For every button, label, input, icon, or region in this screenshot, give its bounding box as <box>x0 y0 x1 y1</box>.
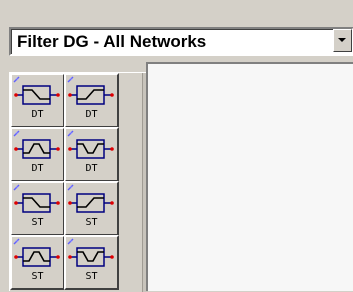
palette-item-label: ST <box>85 217 98 228</box>
bandstop-filter-icon <box>68 139 114 159</box>
highpass-filter-icon <box>68 85 114 105</box>
palette-item-label: DT <box>85 163 98 174</box>
palette-item-label: ST <box>31 271 44 282</box>
palette-item-label: ST <box>85 271 98 282</box>
palette-item[interactable]: DT <box>10 127 65 182</box>
palette-item[interactable]: DT <box>64 127 119 182</box>
schematic-canvas[interactable] <box>146 62 353 291</box>
palette-item-label: DT <box>85 109 98 120</box>
dropdown-arrow-button[interactable] <box>333 29 352 52</box>
filter-dropdown-value: Filter DG - All Networks <box>17 32 207 51</box>
chevron-down-icon <box>338 38 346 42</box>
palette-item[interactable]: DT <box>64 73 119 128</box>
palette-item[interactable]: ST <box>64 181 119 236</box>
palette-item-label: ST <box>31 217 44 228</box>
highpass-filter-icon <box>68 193 114 213</box>
palette-item[interactable]: ST <box>64 235 119 290</box>
filter-dropdown[interactable]: Filter DG - All Networks <box>9 27 353 56</box>
bandpass-filter-icon <box>14 247 60 267</box>
palette-item[interactable]: ST <box>10 235 65 290</box>
bandpass-filter-icon <box>14 139 60 159</box>
palette-item[interactable]: DT <box>10 73 65 128</box>
palette-item-label: DT <box>31 109 44 120</box>
palette-item[interactable]: ST <box>10 181 65 236</box>
palette-item-label: DT <box>31 163 44 174</box>
lowpass-filter-icon <box>14 193 60 213</box>
bandstop-filter-icon <box>68 247 114 267</box>
lowpass-filter-icon <box>14 85 60 105</box>
